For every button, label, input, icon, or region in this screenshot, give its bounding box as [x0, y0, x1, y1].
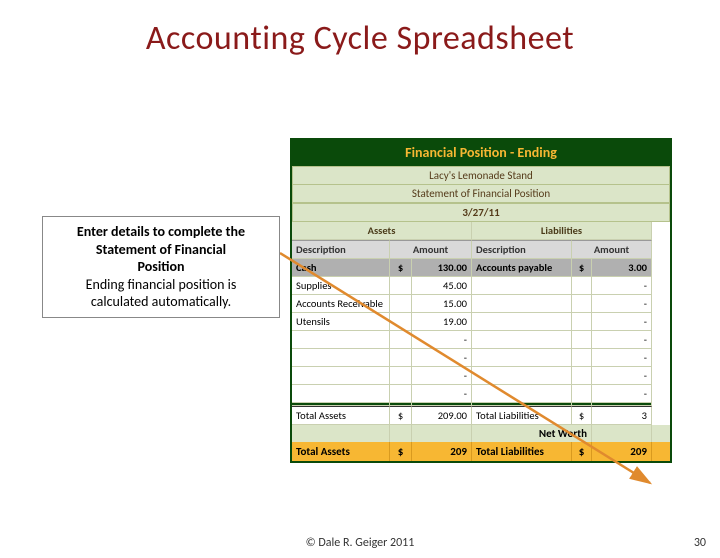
- col-desc-a: Description: [292, 240, 390, 259]
- cell-ldesc[interactable]: [472, 277, 572, 295]
- cell[interactable]: [572, 367, 592, 385]
- cell: $: [390, 406, 412, 425]
- cell[interactable]: 130.00: [412, 259, 472, 277]
- callout-line: Ending financial position is: [51, 276, 271, 294]
- cell-ldesc[interactable]: [472, 367, 572, 385]
- cell[interactable]: $: [390, 259, 412, 277]
- cell[interactable]: -: [592, 331, 652, 349]
- cell-adesc[interactable]: Utensils: [292, 313, 390, 331]
- copyright-footer: © Dale R. Geiger 2011: [0, 536, 720, 550]
- col-amount-l: Amount: [572, 240, 652, 259]
- cell[interactable]: [572, 331, 592, 349]
- total-assets-label: Total Assets: [292, 406, 390, 425]
- cell[interactable]: -: [592, 295, 652, 313]
- cell[interactable]: -: [592, 349, 652, 367]
- page-number: 30: [694, 536, 706, 550]
- sheet-banner: Financial Position - Ending: [292, 140, 670, 166]
- col-amount-a: Amount: [390, 240, 472, 259]
- slide-title: Accounting Cycle Spreadsheet: [0, 18, 720, 59]
- cell[interactable]: [390, 277, 412, 295]
- balance-grid: Assets Liabilities Description Amount De…: [292, 222, 670, 403]
- assets-header: Assets: [292, 222, 472, 240]
- total-liab-value: 3: [592, 406, 652, 425]
- statement-name: Statement of Financial Position: [292, 185, 670, 203]
- cell[interactable]: 3.00: [592, 259, 652, 277]
- cell-ldesc[interactable]: [472, 349, 572, 367]
- orange-liab-label: Total Liabilities: [472, 442, 572, 461]
- cell[interactable]: [572, 313, 592, 331]
- cell[interactable]: [572, 349, 592, 367]
- cell-adesc[interactable]: [292, 385, 390, 403]
- statement-date: 3/27/11: [292, 203, 670, 222]
- orange-totals-row: Total Assets $ 209 Total Liabilities $ 2…: [292, 442, 670, 461]
- cell-adesc[interactable]: Cash: [292, 259, 390, 277]
- liabilities-header: Liabilities: [472, 222, 652, 240]
- company-name: Lacy's Lemonade Stand: [292, 166, 670, 185]
- networth-row: Net Worth: [292, 425, 670, 442]
- cell[interactable]: [572, 277, 592, 295]
- cell-adesc[interactable]: [292, 349, 390, 367]
- callout-line: calculated automatically.: [51, 293, 271, 311]
- cell[interactable]: [390, 349, 412, 367]
- cell: $: [572, 406, 592, 425]
- cell[interactable]: -: [412, 385, 472, 403]
- cell[interactable]: [390, 313, 412, 331]
- col-desc-l: Description: [472, 240, 572, 259]
- orange-liab-value: 209: [592, 442, 652, 461]
- cell[interactable]: -: [412, 349, 472, 367]
- cell[interactable]: 45.00: [412, 277, 472, 295]
- cell-ldesc[interactable]: [472, 385, 572, 403]
- total-liab-label: Total Liabilities: [472, 406, 572, 425]
- callout-line: Enter details to complete the: [51, 223, 271, 241]
- cell[interactable]: -: [412, 367, 472, 385]
- cell[interactable]: [572, 385, 592, 403]
- cell[interactable]: 19.00: [412, 313, 472, 331]
- cell[interactable]: [390, 331, 412, 349]
- cell[interactable]: -: [592, 367, 652, 385]
- cell[interactable]: -: [592, 385, 652, 403]
- cell-ldesc[interactable]: [472, 331, 572, 349]
- networth-label: Net Worth: [535, 425, 592, 442]
- cell: $: [572, 442, 592, 461]
- cell[interactable]: [390, 385, 412, 403]
- cell-adesc[interactable]: [292, 331, 390, 349]
- orange-assets-label: Total Assets: [292, 442, 390, 461]
- cell[interactable]: [390, 295, 412, 313]
- callout-line: Position: [51, 258, 271, 276]
- instruction-callout: Enter details to complete the Statement …: [42, 216, 280, 318]
- cell-ldesc[interactable]: [472, 295, 572, 313]
- subtotals-row: Total Assets $ 209.00 Total Liabilities …: [292, 406, 670, 425]
- cell-ldesc[interactable]: Accounts payable: [472, 259, 572, 277]
- cell: $: [390, 442, 412, 461]
- cell[interactable]: 15.00: [412, 295, 472, 313]
- cell[interactable]: [572, 295, 592, 313]
- orange-assets-value: 209: [412, 442, 472, 461]
- spreadsheet-panel: Financial Position - Ending Lacy's Lemon…: [290, 138, 672, 463]
- cell[interactable]: [390, 367, 412, 385]
- total-assets-value: 209.00: [412, 406, 472, 425]
- cell-adesc[interactable]: Supplies: [292, 277, 390, 295]
- callout-line: Statement of Financial: [51, 241, 271, 259]
- cell[interactable]: -: [412, 331, 472, 349]
- cell-adesc[interactable]: [292, 367, 390, 385]
- cell-adesc[interactable]: Accounts Receivable: [292, 295, 390, 313]
- cell[interactable]: $: [572, 259, 592, 277]
- cell[interactable]: -: [592, 277, 652, 295]
- cell-ldesc[interactable]: [472, 313, 572, 331]
- cell[interactable]: -: [592, 313, 652, 331]
